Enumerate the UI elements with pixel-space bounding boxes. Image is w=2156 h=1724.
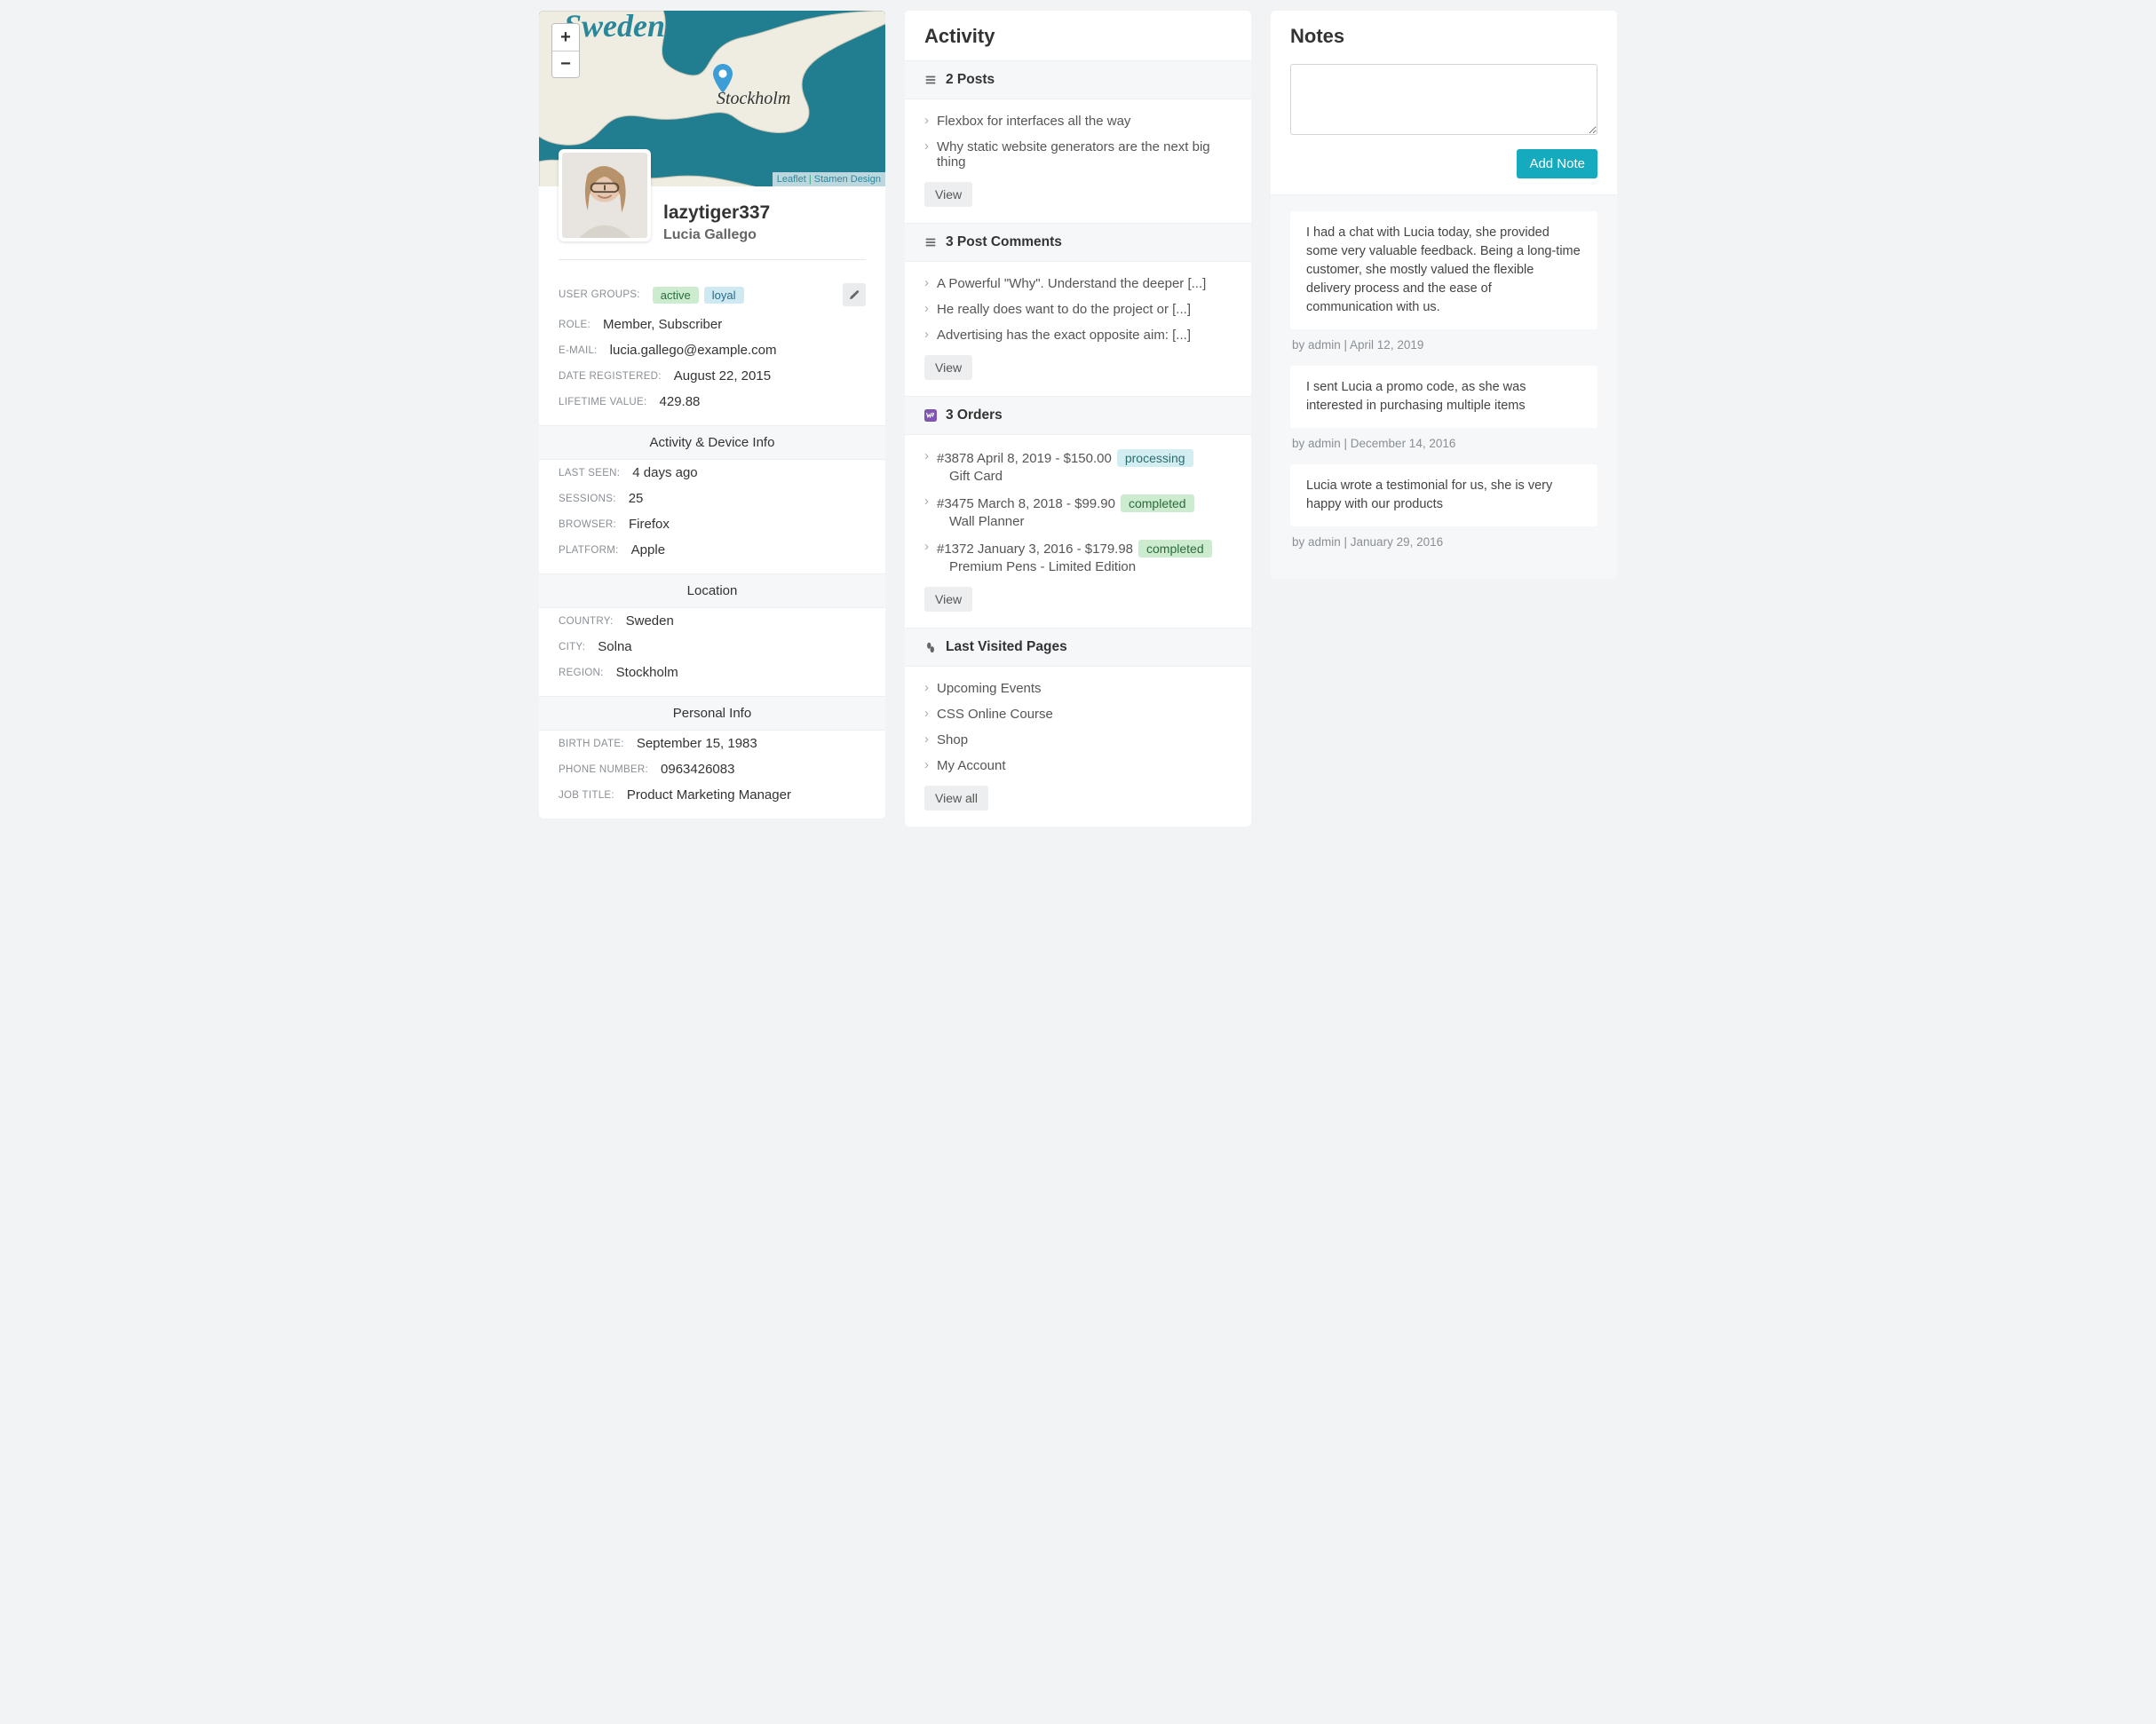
note-card: I sent Lucia a promo code, as she was in… <box>1290 366 1597 428</box>
notes-heading: Notes <box>1271 11 1617 60</box>
lastseen-label: Last Seen: <box>559 468 620 478</box>
country-value: Sweden <box>626 613 674 629</box>
posts-section-header: 2 Posts <box>905 60 1251 99</box>
comments-section-header: 3 Post Comments <box>905 223 1251 262</box>
order-product: Wall Planner <box>937 514 1232 529</box>
attribution-tiles-link[interactable]: Stamen Design <box>814 174 881 185</box>
email-label: E-mail: <box>559 345 598 356</box>
pages-section-header: Last Visited Pages <box>905 628 1251 667</box>
order-line: #3475 March 8, 2018 - $99.90 <box>937 496 1115 511</box>
order-status-badge: completed <box>1121 494 1194 512</box>
map-attribution: Leaflet | Stamen Design <box>773 172 885 186</box>
order-item[interactable]: #1372 January 3, 2016 - $179.98 completed… <box>924 534 1232 580</box>
order-line: #3878 April 8, 2019 - $150.00 <box>937 451 1112 466</box>
sessions-label: Sessions: <box>559 494 616 504</box>
registered-value: August 22, 2015 <box>674 368 771 384</box>
note-meta: by admin | January 29, 2016 <box>1290 526 1597 563</box>
lastseen-value: 4 days ago <box>632 465 697 480</box>
region-label: Region: <box>559 668 604 678</box>
post-item[interactable]: Why static website generators are the ne… <box>924 134 1232 175</box>
order-item[interactable]: #3475 March 8, 2018 - $99.90 completed Wal… <box>924 489 1232 534</box>
registered-label: Date Registered: <box>559 371 662 382</box>
personal-header: Personal Info <box>539 696 885 731</box>
comment-item[interactable]: He really does want to do the project or… <box>924 297 1232 322</box>
order-status-badge: processing <box>1117 449 1193 467</box>
note-meta: by admin | April 12, 2019 <box>1290 329 1597 366</box>
country-label: Country: <box>559 616 614 627</box>
view-comments-button[interactable]: View <box>924 355 972 380</box>
list-icon <box>924 236 937 249</box>
city-label: City: <box>559 642 585 652</box>
fullname: Lucia Gallego <box>663 227 866 243</box>
zoom-out-button[interactable]: − <box>552 51 579 77</box>
note-card: I had a chat with Lucia today, she provi… <box>1290 211 1597 329</box>
comment-item[interactable]: Advertising has the exact opposite aim: … <box>924 322 1232 348</box>
groups-label: User Groups: <box>559 289 640 300</box>
order-product: Gift Card <box>937 469 1232 484</box>
map-marker-icon <box>713 64 733 94</box>
pencil-icon <box>849 289 860 300</box>
region-value: Stockholm <box>616 665 678 680</box>
note-meta: by admin | December 14, 2016 <box>1290 428 1597 464</box>
map-zoom-control: + − <box>551 23 580 78</box>
sessions-value: 25 <box>629 491 644 506</box>
view-orders-button[interactable]: View <box>924 587 972 612</box>
visited-page-item[interactable]: CSS Online Course <box>924 701 1232 727</box>
order-product: Premium Pens - Limited Edition <box>937 559 1232 574</box>
ltv-label: Lifetime Value: <box>559 397 647 407</box>
job-label: Job Title: <box>559 790 614 801</box>
note-card: Lucia wrote a testimonial for us, she is… <box>1290 464 1597 526</box>
ltv-value: 429.88 <box>660 394 701 409</box>
attribution-leaflet-link[interactable]: Leaflet <box>777 174 806 185</box>
birth-value: September 15, 1983 <box>637 736 757 751</box>
browser-label: Browser: <box>559 519 616 530</box>
phone-value: 0963426083 <box>661 762 734 777</box>
city-value: Solna <box>598 639 631 654</box>
woocommerce-icon <box>924 409 937 422</box>
orders-header-text: 3 Orders <box>946 407 1003 423</box>
visited-page-item[interactable]: Shop <box>924 727 1232 753</box>
role-label: Role: <box>559 320 591 330</box>
footprint-icon <box>924 641 937 653</box>
pages-header-text: Last Visited Pages <box>946 639 1067 655</box>
notes-panel: Notes Add Note I had a chat with Lucia t… <box>1271 11 1617 579</box>
browser-value: Firefox <box>629 517 670 532</box>
comment-item[interactable]: A Powerful "Why". Understand the deeper … <box>924 271 1232 297</box>
posts-header-text: 2 Posts <box>946 72 995 88</box>
job-value: Product Marketing Manager <box>627 787 791 803</box>
profile-panel: Sweden Stockholm + − Leaflet | Stamen De… <box>539 11 885 819</box>
zoom-in-button[interactable]: + <box>552 24 579 51</box>
avatar <box>559 149 651 241</box>
birth-label: Birth Date: <box>559 739 624 749</box>
group-tag-active: active <box>653 287 699 304</box>
email-value: lucia.gallego@example.com <box>610 343 777 358</box>
order-status-badge: completed <box>1138 540 1212 558</box>
platform-label: Platform: <box>559 545 619 556</box>
add-note-button[interactable]: Add Note <box>1517 149 1597 178</box>
edit-profile-button[interactable] <box>843 283 866 306</box>
device-info-header: Activity & Device Info <box>539 425 885 460</box>
view-posts-button[interactable]: View <box>924 182 972 207</box>
comments-header-text: 3 Post Comments <box>946 234 1062 250</box>
order-item[interactable]: #3878 April 8, 2019 - $150.00 processing G… <box>924 444 1232 489</box>
view-all-pages-button[interactable]: View all <box>924 786 988 811</box>
location-header: Location <box>539 573 885 608</box>
list-icon <box>924 74 937 86</box>
activity-panel: Activity 2 Posts Flexbox for interfaces … <box>905 11 1251 826</box>
order-line: #1372 January 3, 2016 - $179.98 <box>937 542 1133 557</box>
visited-page-item[interactable]: My Account <box>924 753 1232 779</box>
group-tag-loyal: loyal <box>704 287 744 304</box>
activity-heading: Activity <box>905 11 1251 60</box>
username: lazytiger337 <box>663 202 866 224</box>
role-value: Member, Subscriber <box>603 317 722 332</box>
note-input[interactable] <box>1290 64 1597 135</box>
orders-section-header: 3 Orders <box>905 396 1251 435</box>
post-item[interactable]: Flexbox for interfaces all the way <box>924 108 1232 134</box>
phone-label: Phone Number: <box>559 764 648 775</box>
platform-value: Apple <box>631 542 665 558</box>
visited-page-item[interactable]: Upcoming Events <box>924 676 1232 701</box>
